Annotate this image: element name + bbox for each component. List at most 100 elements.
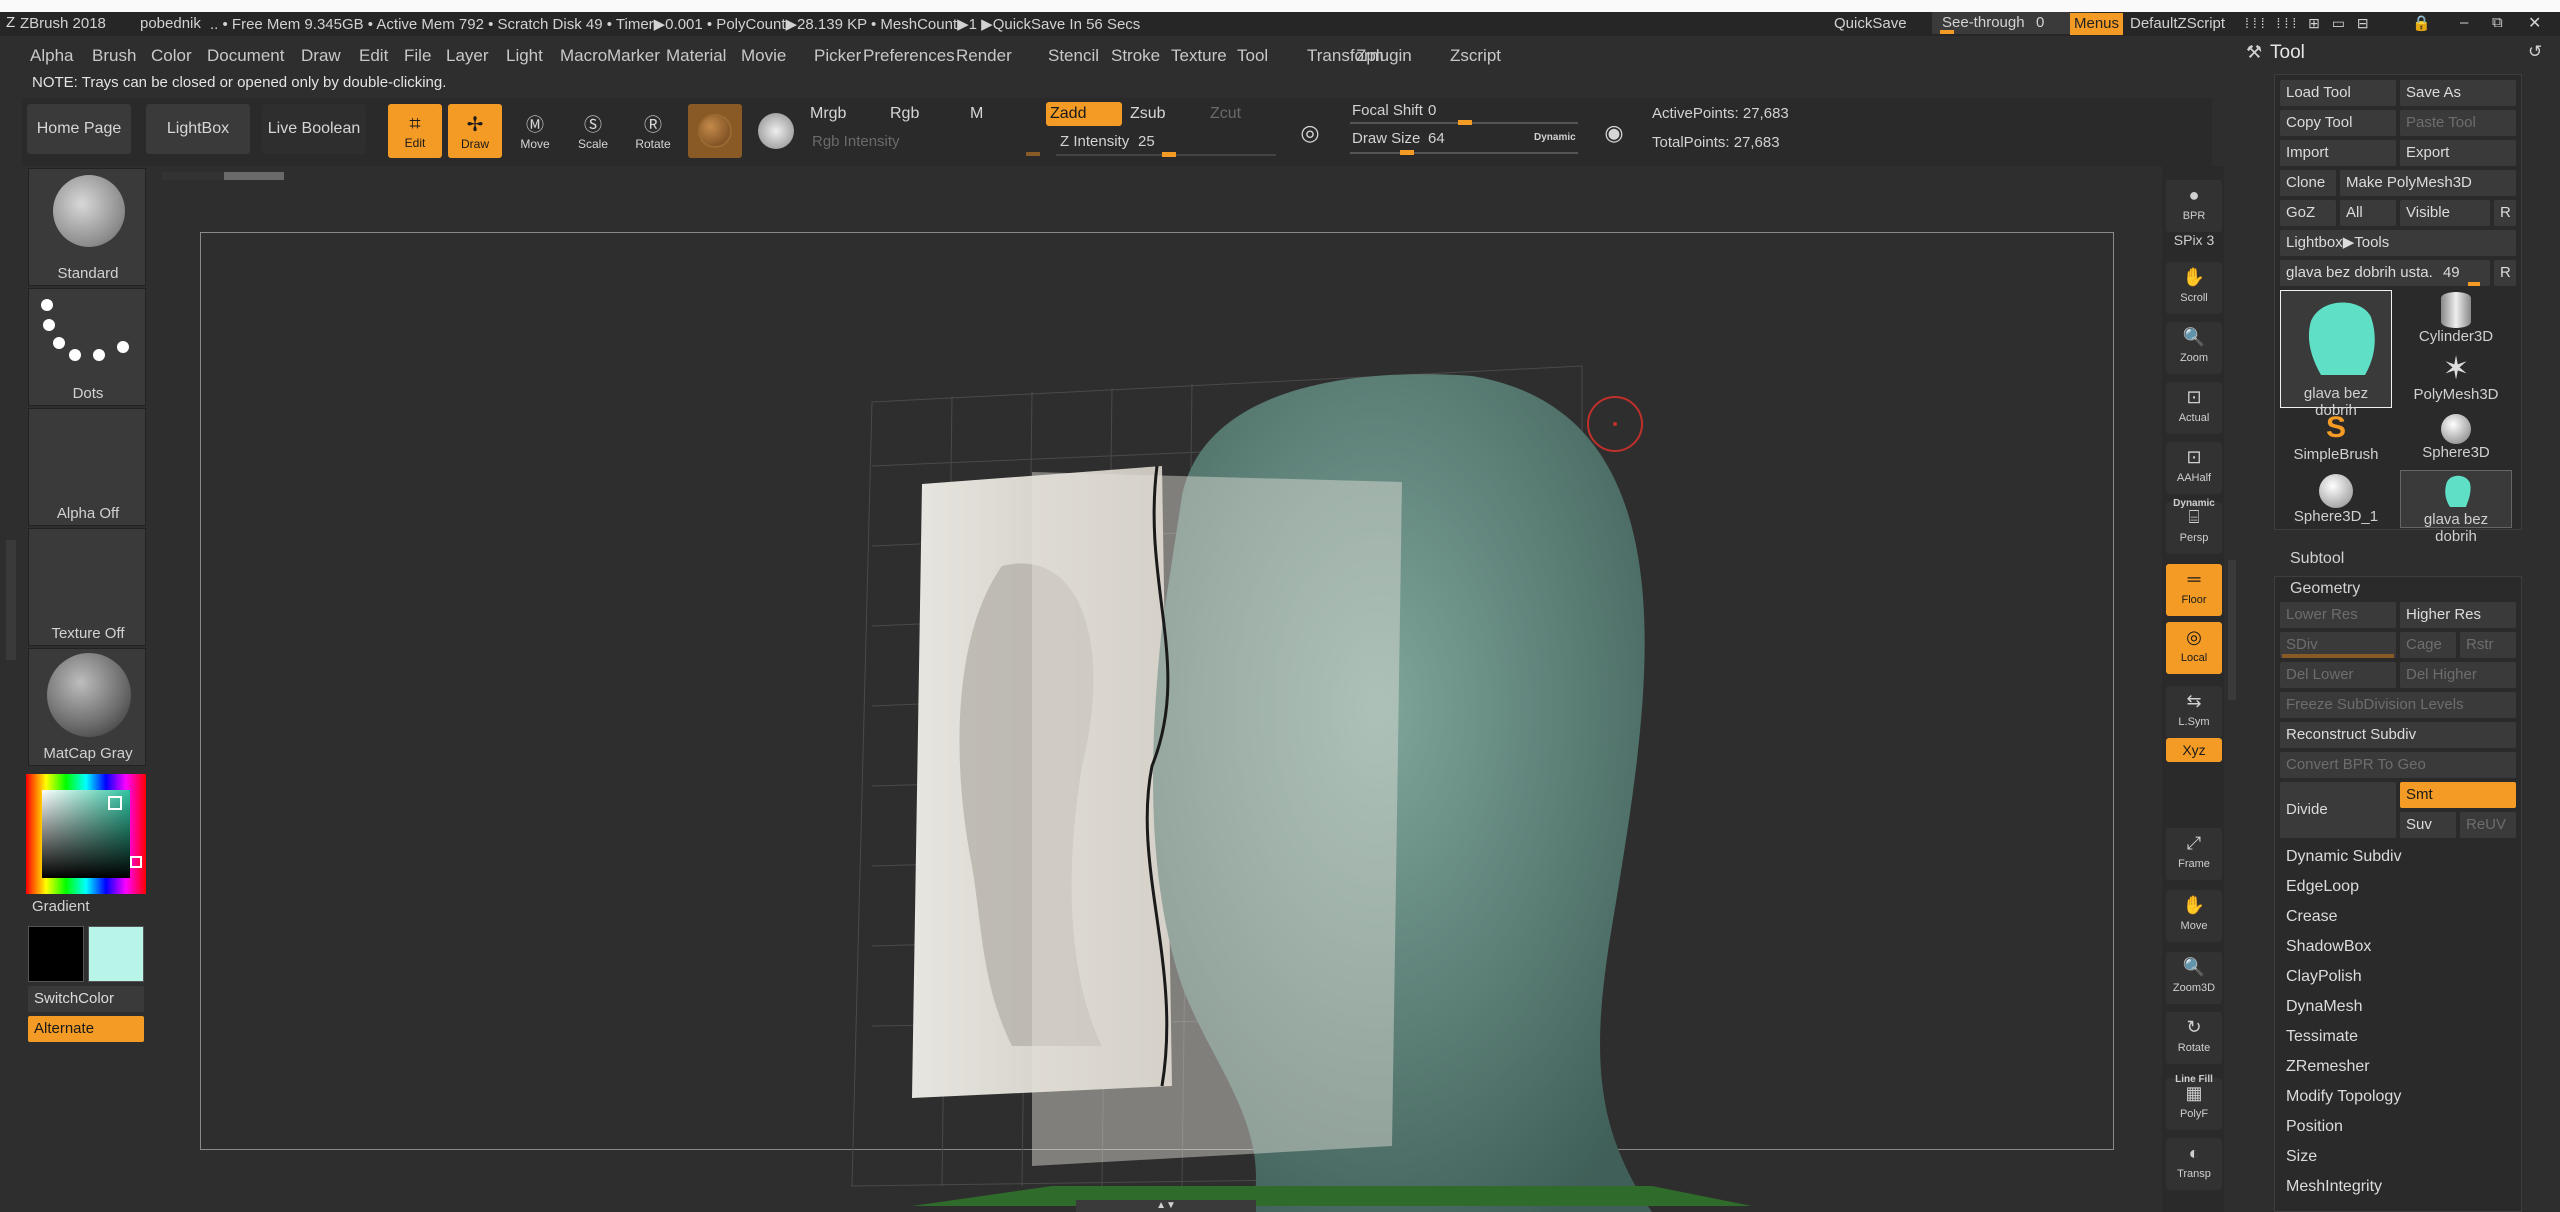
make-polymesh-button[interactable]: Make PolyMesh3D — [2340, 170, 2516, 196]
import-button[interactable]: Import — [2280, 140, 2396, 166]
menu-color[interactable]: Color — [151, 46, 192, 66]
material-selector[interactable]: MatCap Gray — [28, 648, 146, 766]
sdiv-slider[interactable]: SDiv — [2280, 632, 2396, 658]
shelf-floor-button[interactable]: ═ Floor — [2166, 564, 2222, 616]
mrgb-button[interactable]: Mrgb — [806, 102, 882, 126]
draw-size-slider[interactable]: Draw Size 64 Dynamic — [1350, 128, 1580, 156]
current-tool-r-button[interactable]: R — [2494, 260, 2516, 286]
shelf-move-button[interactable]: ✋ Move — [2166, 890, 2222, 942]
section-edgeloop[interactable]: EdgeLoop — [2280, 874, 2516, 900]
del-higher-button[interactable]: Del Higher — [2400, 662, 2516, 688]
shelf-bpr-button[interactable]: ● BPR — [2166, 180, 2222, 232]
menu-stroke[interactable]: Stroke — [1111, 46, 1160, 66]
section-dynamic-subdiv[interactable]: Dynamic Subdiv — [2280, 844, 2516, 870]
goz-button[interactable]: GoZ — [2280, 200, 2336, 226]
paste-tool-button[interactable]: Paste Tool — [2400, 110, 2516, 136]
menu-light[interactable]: Light — [506, 46, 543, 66]
menu-movie[interactable]: Movie — [741, 46, 786, 66]
reset-panel-icon[interactable]: ↺ — [2528, 42, 2542, 62]
lower-res-button[interactable]: Lower Res — [2280, 602, 2396, 628]
section-zremesher[interactable]: ZRemesher — [2280, 1054, 2516, 1080]
menu-edit[interactable]: Edit — [359, 46, 388, 66]
export-button[interactable]: Export — [2400, 140, 2516, 166]
shelf-local-button[interactable]: ◎ Local — [2166, 622, 2222, 674]
section-tessimate[interactable]: Tessimate — [2280, 1024, 2516, 1050]
smt-toggle[interactable]: Smt — [2400, 782, 2516, 808]
tool-thumb-cylinder[interactable]: Cylinder3D — [2400, 290, 2512, 348]
default-zscript[interactable]: DefaultZScript — [2130, 15, 2225, 32]
minimize-icon[interactable]: – — [2460, 14, 2468, 31]
canvas-area[interactable]: ▲▼ — [152, 166, 2162, 1212]
higher-res-button[interactable]: Higher Res — [2400, 602, 2516, 628]
right-tray-handle[interactable] — [2228, 560, 2236, 700]
menu-draw[interactable]: Draw — [301, 46, 341, 66]
spotlight-button[interactable] — [748, 104, 804, 158]
tool-thumb-current[interactable]: glava bez dobrih — [2280, 290, 2392, 419]
lightbox-button[interactable]: LightBox — [146, 104, 250, 154]
gradient-toggle[interactable]: Gradient — [32, 898, 90, 915]
draw-size-icon-button[interactable]: ◉ — [1594, 110, 1634, 156]
geometry-section[interactable]: Geometry — [2280, 576, 2516, 602]
clone-button[interactable]: Clone — [2280, 170, 2336, 196]
see-through-slider[interactable]: See-through 0 — [1932, 12, 2092, 34]
section-dynamesh[interactable]: DynaMesh — [2280, 994, 2516, 1020]
menu-document[interactable]: Document — [207, 46, 284, 66]
primary-color-swatch[interactable] — [28, 926, 84, 982]
texture-selector[interactable]: Texture Off — [28, 528, 146, 646]
zsub-button[interactable]: Zsub — [1126, 102, 1202, 126]
del-lower-button[interactable]: Del Lower — [2280, 662, 2396, 688]
left-tray-handle[interactable] — [6, 540, 16, 660]
menu-stencil[interactable]: Stencil — [1048, 46, 1099, 66]
section-position[interactable]: Position — [2280, 1114, 2516, 1140]
edit-button[interactable]: ⌗ Edit — [388, 104, 442, 158]
dynamic-toggle[interactable]: Dynamic — [1534, 132, 1576, 143]
freeze-subdivision-button[interactable]: Freeze SubDivision Levels — [2280, 692, 2516, 718]
brush-selector[interactable]: Standard — [28, 168, 146, 286]
shelf-l-sym-button[interactable]: ⇆ L.Sym — [2166, 686, 2222, 738]
shelf-actual-button[interactable]: ⊡ Actual — [2166, 382, 2222, 434]
lock-icon[interactable]: 🔒 — [2412, 14, 2431, 32]
secondary-color-swatch[interactable] — [88, 926, 144, 982]
focal-shift-slider[interactable]: Focal Shift 0 — [1350, 100, 1580, 126]
lightbox-tools-button[interactable]: Lightbox▶Tools — [2280, 230, 2516, 256]
section-shadowbox[interactable]: ShadowBox — [2280, 934, 2516, 960]
menu-brush[interactable]: Brush — [92, 46, 136, 66]
goz-all-button[interactable]: All — [2340, 200, 2396, 226]
material-sphere-button[interactable] — [688, 104, 742, 158]
shelf-spix-3-button[interactable]: SPix 3 — [2166, 226, 2222, 254]
shelf-aahalf-button[interactable]: ⊡ AAHalf — [2166, 442, 2222, 494]
shelf-frame-button[interactable]: ⤢ Frame — [2166, 828, 2222, 880]
reuv-toggle[interactable]: ReUV — [2460, 812, 2516, 838]
tool-thumb-polymesh[interactable]: ✶ PolyMesh3D — [2400, 350, 2512, 408]
rstr-button[interactable]: Rstr — [2460, 632, 2516, 658]
restore-icon[interactable]: ⧉ — [2492, 14, 2503, 31]
menu-texture[interactable]: Texture — [1171, 46, 1227, 66]
rgb-button[interactable]: Rgb — [886, 102, 962, 126]
shelf-zoom-button[interactable]: 🔍 Zoom — [2166, 322, 2222, 374]
rotate-button[interactable]: Ⓡ Rotate — [626, 104, 680, 158]
tool-thumb-sphere[interactable]: Sphere3D — [2400, 410, 2512, 468]
menu-preferences[interactable]: Preferences — [863, 46, 955, 66]
menu-alpha[interactable]: Alpha — [30, 46, 73, 66]
shelf-xyz-button[interactable]: Xyz — [2166, 738, 2222, 762]
menu-picker[interactable]: Picker — [814, 46, 861, 66]
shelf-polyf-button[interactable]: ▦ PolyF — [2166, 1078, 2222, 1130]
shelf-persp-button[interactable]: ⌸ Persp — [2166, 502, 2222, 554]
menu-file[interactable]: File — [404, 46, 431, 66]
divide-button[interactable]: Divide — [2280, 782, 2396, 838]
scale-button[interactable]: Ⓢ Scale — [566, 104, 620, 158]
menu-zplugin[interactable]: Zplugin — [1356, 46, 1412, 66]
close-icon[interactable]: ✕ — [2528, 13, 2541, 33]
reconstruct-subdiv-button[interactable]: Reconstruct Subdiv — [2280, 722, 2516, 748]
menu-marker[interactable]: Marker — [607, 46, 660, 66]
tool-thumb-simplebrush[interactable]: S SimpleBrush — [2280, 410, 2392, 468]
bottom-tray-handle[interactable]: ▲▼ — [1076, 1200, 1256, 1212]
shelf-transp-button[interactable]: ◐ Transp — [2166, 1138, 2222, 1190]
section-claypolish[interactable]: ClayPolish — [2280, 964, 2516, 990]
alpha-selector[interactable]: Alpha Off — [28, 408, 146, 526]
draw-button[interactable]: ✢ Draw — [448, 104, 502, 158]
live-boolean-button[interactable]: Live Boolean — [262, 104, 366, 154]
color-picker[interactable] — [26, 774, 146, 894]
alternate-button[interactable]: Alternate — [28, 1016, 144, 1042]
section-meshintegrity[interactable]: MeshIntegrity — [2280, 1174, 2516, 1200]
